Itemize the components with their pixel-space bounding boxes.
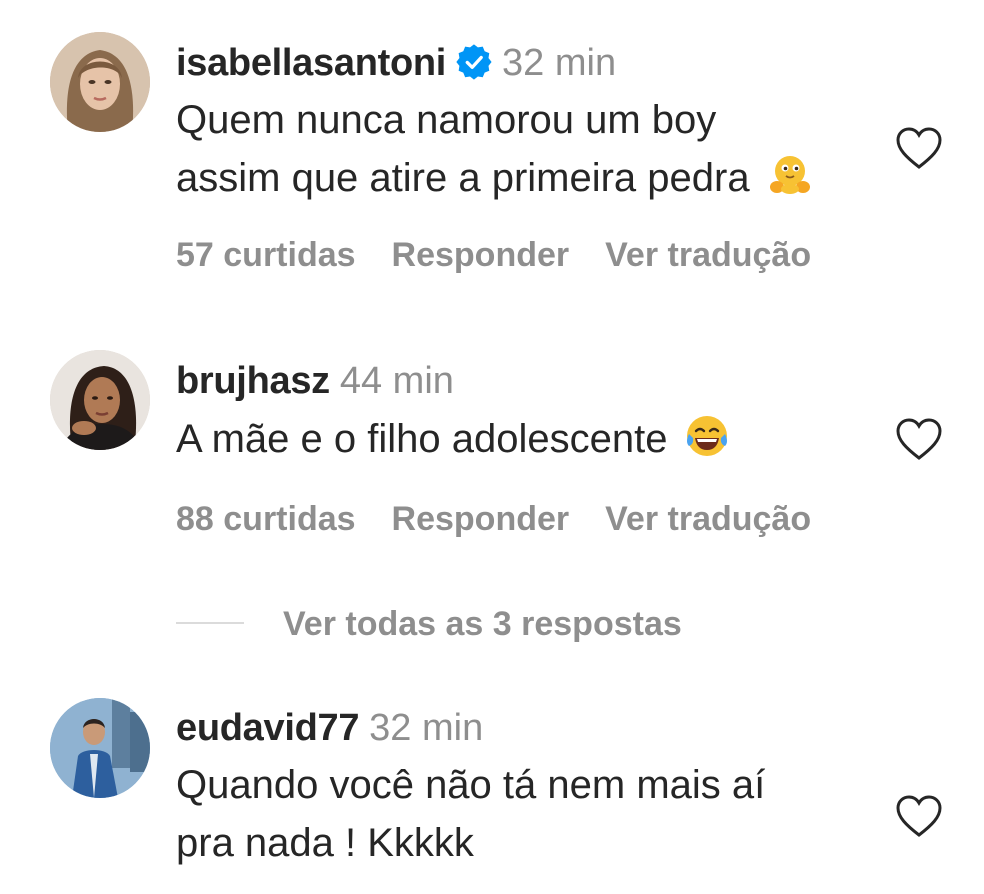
- comment-header: eudavid77 32 min: [176, 705, 483, 751]
- like-heart-icon[interactable]: [894, 125, 944, 171]
- comment-text-line-content: A mãe e o filho adolescente: [176, 417, 668, 461]
- reply-button[interactable]: Responder: [392, 500, 570, 538]
- comment-text: Quem nunca namorou um boy assim que atir…: [176, 91, 814, 207]
- comment-header: isabellasantoni 32 min: [176, 40, 616, 86]
- avatar-image: [50, 32, 150, 132]
- avatar[interactable]: [50, 698, 150, 798]
- translate-button[interactable]: Ver tradução: [605, 236, 811, 274]
- like-heart-icon[interactable]: [894, 416, 944, 462]
- username[interactable]: eudavid77: [176, 707, 359, 749]
- avatar[interactable]: [50, 32, 150, 132]
- comment-actions: 57 curtidas Responder Ver tradução: [176, 235, 847, 275]
- like-heart-icon[interactable]: [894, 793, 944, 839]
- tears-of-joy-emoji-icon: [687, 416, 728, 456]
- reply-button[interactable]: Responder: [392, 236, 570, 274]
- avatar-image: [50, 698, 150, 798]
- replies-divider: [176, 622, 244, 624]
- hugging-face-emoji-icon: [769, 156, 810, 194]
- comment-time[interactable]: 32 min: [502, 42, 616, 84]
- verified-badge-icon: [456, 44, 492, 80]
- username[interactable]: isabellasantoni: [176, 42, 446, 84]
- comment-text-line: pra nada ! Kkkkk: [176, 821, 474, 865]
- comment-text-line: Quando você não tá nem mais aí: [176, 763, 766, 807]
- comment-text: Quando você não tá nem mais aí pra nada …: [176, 756, 765, 872]
- comment-time[interactable]: 32 min: [369, 707, 483, 749]
- avatar[interactable]: [50, 350, 150, 450]
- comment-text: A mãe e o filho adolescente: [176, 410, 731, 468]
- comment-actions: 88 curtidas Responder Ver tradução: [176, 499, 847, 539]
- translate-button[interactable]: Ver tradução: [605, 500, 811, 538]
- comment-text-line: Quem nunca namorou um boy: [176, 98, 717, 142]
- username[interactable]: brujhasz: [176, 360, 330, 402]
- comment-text-line-content: assim que atire a primeira pedra: [176, 156, 750, 200]
- likes-count[interactable]: 57 curtidas: [176, 236, 356, 274]
- likes-count[interactable]: 88 curtidas: [176, 500, 356, 538]
- comment-time[interactable]: 44 min: [340, 360, 454, 402]
- comment-header: brujhasz 44 min: [176, 358, 454, 404]
- view-replies-button[interactable]: Ver todas as 3 respostas: [283, 602, 682, 646]
- avatar-image: [50, 350, 150, 450]
- comment-text-line: assim que atire a primeira pedra: [176, 149, 814, 207]
- comment-text-line: A mãe e o filho adolescente: [176, 410, 731, 468]
